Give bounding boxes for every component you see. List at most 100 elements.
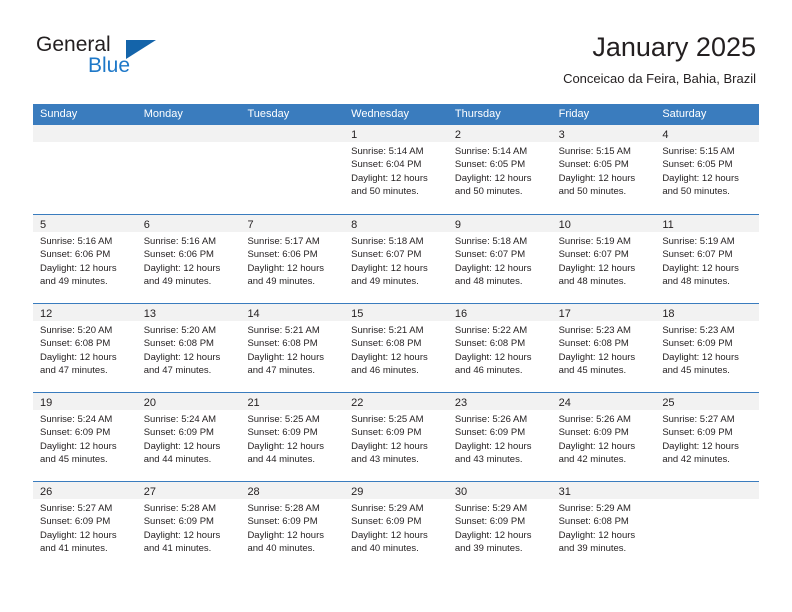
day-info: Sunrise: 5:18 AM Sunset: 6:07 PM Daylight:… — [448, 232, 552, 288]
sunrise-text: Sunrise: 5:23 AM — [558, 325, 631, 336]
sunrise-text: Sunrise: 5:14 AM — [351, 146, 424, 157]
day-cell-13[interactable]: 13 Sunrise: 5:20 AM Sunset: 6:08 PM Dayligh… — [136, 304, 241, 392]
day-cell-29[interactable]: 29 Sunrise: 5:29 AM Sunset: 6:09 PM Dayligh… — [344, 482, 448, 570]
day-cell-5[interactable]: 5 Sunrise: 5:16 AM Sunset: 6:06 PM Daylight… — [33, 215, 137, 303]
day-number-band: 17 — [551, 304, 656, 321]
day-info: Sunrise: 5:14 AM Sunset: 6:04 PM Daylight:… — [344, 142, 448, 198]
sunrise-text: Sunrise: 5:21 AM — [247, 325, 320, 336]
sunrise-text: Sunrise: 5:19 AM — [662, 236, 735, 247]
day-cell-9[interactable]: 9 Sunrise: 5:18 AM Sunset: 6:07 PM Daylight… — [447, 215, 552, 303]
day-number: 2 — [454, 129, 461, 141]
sunrise-text: Sunrise: 5:17 AM — [247, 236, 320, 247]
sunset-text: Sunset: 6:09 PM — [143, 516, 214, 528]
day-cell-6[interactable]: 6 Sunrise: 5:16 AM Sunset: 6:06 PM Daylight… — [136, 215, 241, 303]
sunset-text: Sunset: 6:09 PM — [454, 516, 526, 528]
page-header: General Blue January 2025 Conceicao da F… — [0, 0, 792, 100]
day-number: 29 — [351, 486, 364, 498]
day-number: 1 — [351, 129, 358, 141]
sunset-text: Sunset: 6:08 PM — [558, 338, 629, 350]
day-cell-15[interactable]: 15 Sunrise: 5:21 AM Sunset: 6:08 PM Dayligh… — [344, 304, 448, 392]
daylight-text-line1: Daylight: 12 hours — [351, 262, 428, 274]
sunset-text: Sunset: 6:08 PM — [247, 338, 318, 350]
weekday-header-wednesday: Wednesday — [351, 108, 410, 120]
day-cell-11[interactable]: 11 Sunrise: 5:19 AM Sunset: 6:07 PM Dayligh… — [655, 215, 760, 303]
day-number: 22 — [351, 397, 364, 409]
day-cell-28[interactable]: 28 Sunrise: 5:28 AM Sunset: 6:09 PM Dayligh… — [240, 482, 345, 570]
day-cell-2[interactable]: 2 Sunrise: 5:14 AM Sunset: 6:05 PM Daylight… — [447, 125, 552, 214]
daylight-text-line2: and 42 minutes. — [662, 453, 730, 465]
sunrise-text: Sunrise: 5:16 AM — [40, 236, 113, 247]
generalblue-logo[interactable]: General Blue — [36, 33, 196, 85]
day-info: Sunrise: 5:29 AM Sunset: 6:09 PM Daylight:… — [344, 499, 448, 555]
daylight-text-line2: and 47 minutes. — [247, 364, 316, 376]
daylight-text-line2: and 47 minutes. — [40, 364, 108, 376]
day-number-band: 5 — [33, 215, 137, 232]
sunset-text: Sunset: 6:08 PM — [351, 338, 422, 350]
sunrise-text: Sunrise: 5:29 AM — [454, 503, 528, 514]
day-cell-10[interactable]: 10 Sunrise: 5:19 AM Sunset: 6:07 PM Dayligh… — [551, 215, 656, 303]
day-cell-1[interactable]: 1 Sunrise: 5:14 AM Sunset: 6:04 PM Daylight… — [344, 125, 448, 214]
day-cell-empty — [136, 125, 241, 214]
day-info: Sunrise: 5:26 AM Sunset: 6:09 PM Daylight:… — [552, 410, 656, 466]
sunrise-text: Sunrise: 5:24 AM — [143, 414, 217, 425]
day-cell-30[interactable]: 30 Sunrise: 5:29 AM Sunset: 6:09 PM Dayligh… — [447, 482, 552, 570]
day-number: 23 — [454, 397, 468, 409]
day-cell-25[interactable]: 25 Sunrise: 5:27 AM Sunset: 6:09 PM Dayligh… — [655, 393, 760, 481]
day-cell-26[interactable]: 26 Sunrise: 5:27 AM Sunset: 6:09 PM Dayligh… — [33, 482, 137, 570]
sunset-text: Sunset: 6:09 PM — [662, 427, 733, 439]
day-info: Sunrise: 5:14 AM Sunset: 6:05 PM Daylight:… — [448, 142, 552, 198]
day-number-band: 10 — [551, 215, 656, 232]
day-info: Sunrise: 5:16 AM Sunset: 6:06 PM Daylight:… — [33, 232, 137, 288]
day-cell-23[interactable]: 23 Sunrise: 5:26 AM Sunset: 6:09 PM Dayligh… — [447, 393, 552, 481]
daylight-text-line2: and 46 minutes. — [351, 364, 419, 376]
day-cell-3[interactable]: 3 Sunrise: 5:15 AM Sunset: 6:05 PM Daylight… — [551, 125, 656, 214]
calendar-week-row: 1 Sunrise: 5:14 AM Sunset: 6:04 PM Daylight… — [33, 125, 760, 214]
daylight-text-line1: Daylight: 12 hours — [40, 351, 117, 363]
day-cell-20[interactable]: 20 Sunrise: 5:24 AM Sunset: 6:09 PM Dayligh… — [136, 393, 241, 481]
daylight-text-line1: Daylight: 12 hours — [454, 262, 532, 274]
daylight-text-line2: and 43 minutes. — [454, 453, 523, 465]
day-cell-24[interactable]: 24 Sunrise: 5:26 AM Sunset: 6:09 PM Dayligh… — [551, 393, 656, 481]
sunset-text: Sunset: 6:05 PM — [558, 159, 629, 171]
daylight-text-line1: Daylight: 12 hours — [247, 351, 325, 363]
day-number: 16 — [454, 308, 468, 320]
day-cell-7[interactable]: 7 Sunrise: 5:17 AM Sunset: 6:06 PM Daylight… — [240, 215, 345, 303]
day-cell-14[interactable]: 14 Sunrise: 5:21 AM Sunset: 6:08 PM Dayligh… — [240, 304, 345, 392]
day-number: 7 — [247, 219, 254, 231]
weekday-header-monday: Monday — [143, 108, 183, 120]
daylight-text-line2: and 50 minutes. — [558, 185, 627, 197]
day-cell-8[interactable]: 8 Sunrise: 5:18 AM Sunset: 6:07 PM Daylight… — [344, 215, 448, 303]
day-cell-18[interactable]: 18 Sunrise: 5:23 AM Sunset: 6:09 PM Dayligh… — [655, 304, 760, 392]
daylight-text-line1: Daylight: 12 hours — [143, 351, 221, 363]
day-info: Sunrise: 5:21 AM Sunset: 6:08 PM Daylight:… — [344, 321, 448, 377]
day-number-band — [136, 125, 241, 142]
day-cell-16[interactable]: 16 Sunrise: 5:22 AM Sunset: 6:08 PM Dayligh… — [447, 304, 552, 392]
day-info: Sunrise: 5:24 AM Sunset: 6:09 PM Daylight:… — [33, 410, 137, 466]
day-cell-12[interactable]: 12 Sunrise: 5:20 AM Sunset: 6:08 PM Dayligh… — [33, 304, 137, 392]
page-subtitle: Conceicao da Feira, Bahia, Brazil — [563, 71, 756, 86]
calendar-weeks: 1 Sunrise: 5:14 AM Sunset: 6:04 PM Daylight… — [33, 125, 760, 570]
day-number: 18 — [662, 308, 675, 320]
day-cell-4[interactable]: 4 Sunrise: 5:15 AM Sunset: 6:05 PM Daylight… — [655, 125, 760, 214]
day-info: Sunrise: 5:15 AM Sunset: 6:05 PM Daylight:… — [655, 142, 759, 198]
day-cell-17[interactable]: 17 Sunrise: 5:23 AM Sunset: 6:08 PM Dayligh… — [551, 304, 656, 392]
day-number-band — [33, 125, 137, 142]
day-cell-22[interactable]: 22 Sunrise: 5:25 AM Sunset: 6:09 PM Dayligh… — [344, 393, 448, 481]
calendar-week-row: 19 Sunrise: 5:24 AM Sunset: 6:09 PM Dayligh… — [33, 392, 760, 481]
day-number: 9 — [454, 219, 461, 231]
day-info: Sunrise: 5:15 AM Sunset: 6:05 PM Daylight:… — [552, 142, 656, 198]
sunset-text: Sunset: 6:07 PM — [454, 249, 526, 261]
day-cell-19[interactable]: 19 Sunrise: 5:24 AM Sunset: 6:09 PM Dayligh… — [33, 393, 137, 481]
day-cell-21[interactable]: 21 Sunrise: 5:25 AM Sunset: 6:09 PM Dayligh… — [240, 393, 345, 481]
day-cell-31[interactable]: 31 Sunrise: 5:29 AM Sunset: 6:08 PM Dayligh… — [551, 482, 656, 570]
sunrise-text: Sunrise: 5:18 AM — [351, 236, 424, 247]
sunset-text: Sunset: 6:08 PM — [143, 338, 214, 350]
sunrise-text: Sunrise: 5:16 AM — [143, 236, 217, 247]
sunrise-text: Sunrise: 5:19 AM — [558, 236, 631, 247]
daylight-text-line1: Daylight: 12 hours — [351, 529, 428, 541]
day-cell-27[interactable]: 27 Sunrise: 5:28 AM Sunset: 6:09 PM Dayligh… — [136, 482, 241, 570]
day-info: Sunrise: 5:25 AM Sunset: 6:09 PM Daylight:… — [240, 410, 344, 466]
daylight-text-line2: and 48 minutes. — [454, 275, 523, 287]
sunset-text: Sunset: 6:04 PM — [351, 159, 422, 171]
sunset-text: Sunset: 6:07 PM — [351, 249, 422, 261]
